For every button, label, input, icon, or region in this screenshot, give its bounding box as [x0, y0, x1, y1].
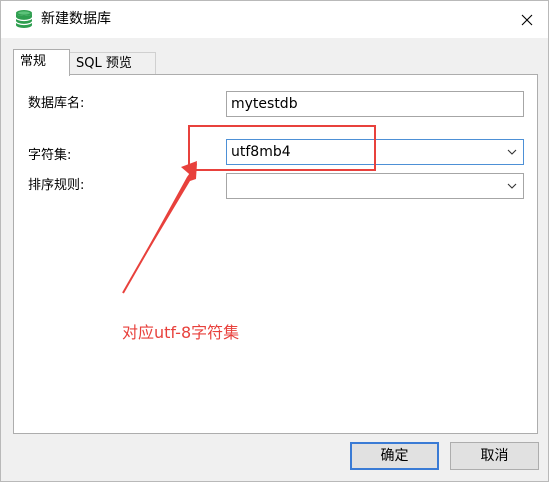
db-name-label: 数据库名: [28, 96, 85, 111]
db-name-input[interactable]: mytestdb [226, 91, 524, 117]
close-icon [521, 14, 533, 25]
tab-sql-preview[interactable]: SQL 预览 [70, 52, 156, 75]
database-icon [15, 9, 33, 29]
annotation-highlight-box [188, 125, 376, 171]
chevron-down-icon[interactable] [505, 145, 519, 159]
ok-button[interactable]: 确定 [350, 442, 439, 470]
window-title: 新建数据库 [41, 11, 111, 27]
charset-label: 字符集: [28, 148, 72, 163]
annotation-text: 对应utf-8字符集 [122, 323, 240, 342]
collation-select[interactable] [226, 173, 524, 199]
chevron-down-icon[interactable] [505, 179, 519, 193]
collation-label: 排序规则: [28, 178, 85, 193]
tab-general[interactable]: 常规 [13, 49, 70, 76]
new-database-dialog: 新建数据库 常规 SQL 预览 数据库名: mytestdb 字符集: utf8… [0, 0, 549, 482]
title-bar[interactable]: 新建数据库 [1, 1, 548, 38]
cancel-button[interactable]: 取消 [450, 442, 539, 470]
close-button[interactable] [506, 1, 548, 38]
